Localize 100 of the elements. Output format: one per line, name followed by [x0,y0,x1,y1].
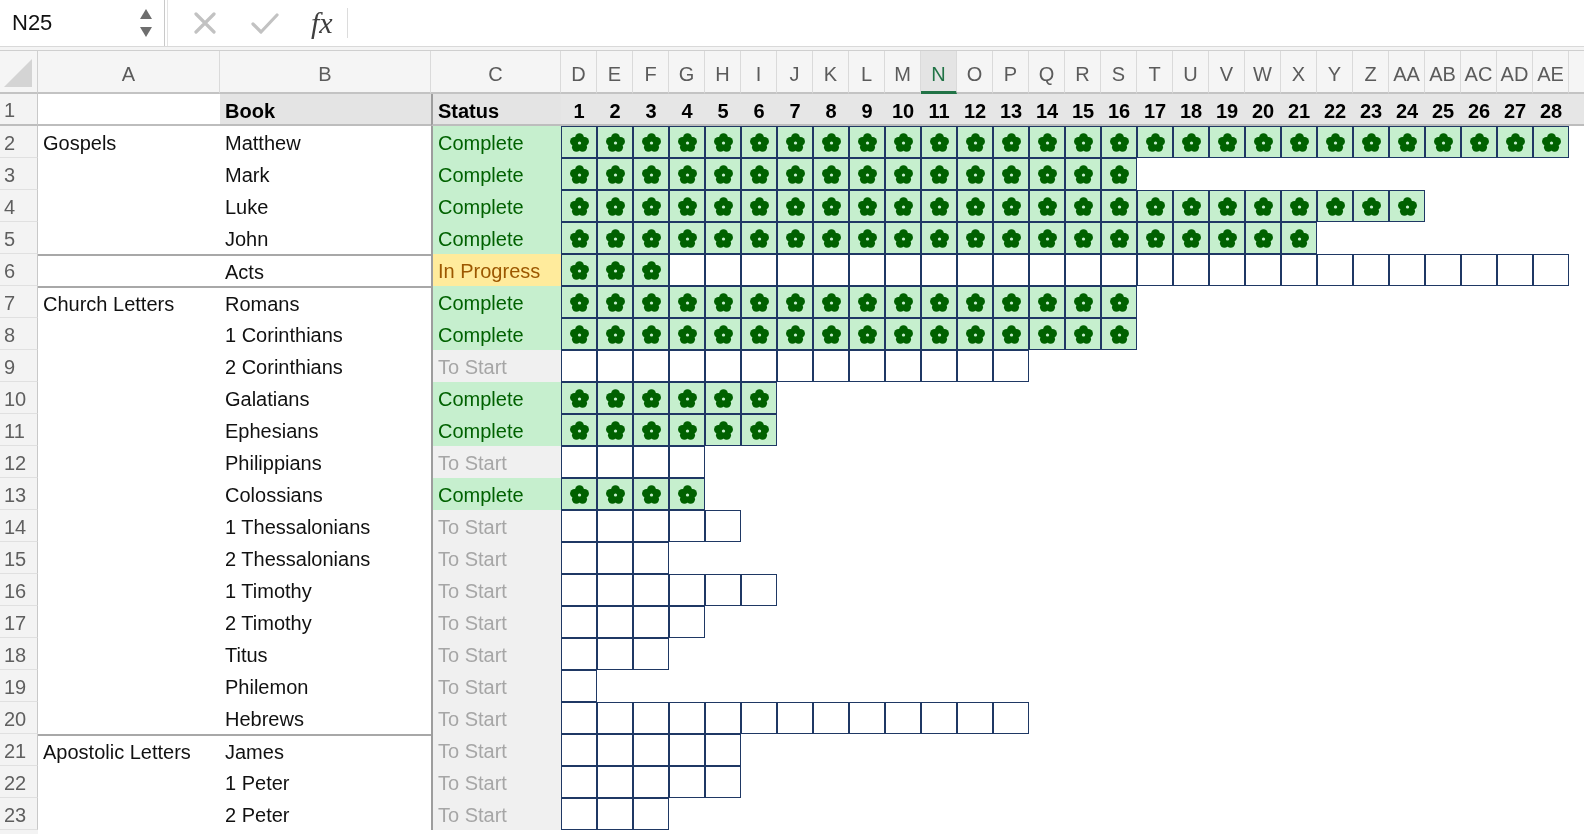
row-header[interactable]: 20 [0,702,38,734]
chapter-number-cell: 25 [1425,94,1461,126]
row-header[interactable]: 2 [0,126,38,158]
column-header[interactable]: AB [1425,51,1461,94]
column-header[interactable]: P [993,51,1029,94]
column-header[interactable]: R [1065,51,1101,94]
column-header[interactable]: I [741,51,777,94]
status-cell: Complete [431,190,561,222]
header-cell: Book [220,94,431,126]
column-header[interactable]: M [885,51,921,94]
flower-icon [1217,196,1237,216]
flower-icon [1217,228,1237,248]
column-header[interactable]: AD [1497,51,1533,94]
flower-icon [1037,196,1057,216]
flower-icon [785,196,805,216]
column-header[interactable]: K [813,51,849,94]
book-title: Luke [225,195,269,219]
column-header[interactable]: AA [1389,51,1425,94]
column-header[interactable]: J [777,51,813,94]
book-title: 2 Corinthians [225,355,343,379]
column-header[interactable]: B [220,51,431,94]
flower-icon [1109,228,1129,248]
corner-triangle-icon[interactable] [4,59,32,87]
flower-icon [641,324,661,344]
row-header[interactable]: 16 [0,574,38,606]
flower-icon [713,164,733,184]
book-title: Philemon [225,675,309,699]
column-header[interactable]: T [1137,51,1173,94]
column-header[interactable]: L [849,51,885,94]
flower-icon [857,228,877,248]
column-header[interactable]: G [669,51,705,94]
row-header[interactable]: 18 [0,638,38,670]
row-header[interactable]: 22 [0,766,38,798]
row-header[interactable]: 10 [0,382,38,414]
flower-icon [785,324,805,344]
row-header[interactable]: 11 [0,414,38,446]
column-header[interactable]: H [705,51,741,94]
flower-icon [1505,132,1525,152]
flower-icon [1037,228,1057,248]
row-header[interactable]: 12 [0,446,38,478]
chapter-number-cell: 12 [957,94,993,126]
group-label: Apostolic Letters [43,740,191,764]
row-header[interactable]: 23 [0,798,38,830]
column-header[interactable]: W [1245,51,1281,94]
flower-icon [605,388,625,408]
row-header[interactable]: 17 [0,606,38,638]
function-button[interactable]: fx [309,8,335,38]
flower-icon [605,228,625,248]
column-header[interactable]: X [1281,51,1317,94]
row-header[interactable]: 19 [0,670,38,702]
row-header[interactable]: 3 [0,158,38,190]
flower-icon [1145,228,1165,248]
column-header[interactable]: D [561,51,597,94]
status-cell: To Start [431,574,561,606]
column-header[interactable]: E [597,51,633,94]
status-cell: To Start [431,350,561,382]
column-header[interactable]: Z [1353,51,1389,94]
name-box-field[interactable]: N25 [0,0,136,46]
row-header[interactable]: 7 [0,286,38,318]
flower-icon [1361,196,1381,216]
column-header[interactable]: Y [1317,51,1353,94]
flower-icon [1181,132,1201,152]
column-header[interactable]: V [1209,51,1245,94]
row-header[interactable]: 14 [0,510,38,542]
row-header[interactable]: 5 [0,222,38,254]
book-title: James [225,740,284,764]
chapter-number-cell: 26 [1461,94,1497,126]
row-header[interactable]: 4 [0,190,38,222]
column-header[interactable]: AC [1461,51,1497,94]
flower-icon [641,196,661,216]
column-header[interactable]: A [38,51,220,94]
column-header[interactable]: Q [1029,51,1065,94]
check-icon[interactable] [251,12,279,34]
flower-icon [929,324,949,344]
row-header[interactable]: 21 [0,734,38,766]
column-header[interactable]: AE [1533,51,1569,94]
row-header[interactable]: 8 [0,318,38,350]
book-title: Philippians [225,451,322,475]
row-header[interactable]: 15 [0,542,38,574]
column-header[interactable]: S [1101,51,1137,94]
flower-icon [605,484,625,504]
row-header[interactable]: 13 [0,478,38,510]
up-down-arrows-icon[interactable] [139,8,153,38]
row-header[interactable]: 9 [0,350,38,382]
chapter-number-cell: 15 [1065,94,1101,126]
flower-icon [749,420,769,440]
row-header[interactable]: 1 [0,94,38,126]
flower-icon [677,132,697,152]
chapter-number-cell: 6 [741,94,777,126]
column-header[interactable]: C [431,51,561,94]
flower-icon [605,164,625,184]
row-header[interactable]: 6 [0,254,38,286]
status-cell: To Start [431,670,561,702]
book-title: Ephesians [225,419,319,443]
column-header[interactable]: N [921,51,957,94]
column-header[interactable]: U [1173,51,1209,94]
column-header[interactable]: F [633,51,669,94]
flower-icon [1217,132,1237,152]
cross-icon[interactable] [194,12,216,34]
column-header[interactable]: O [957,51,993,94]
